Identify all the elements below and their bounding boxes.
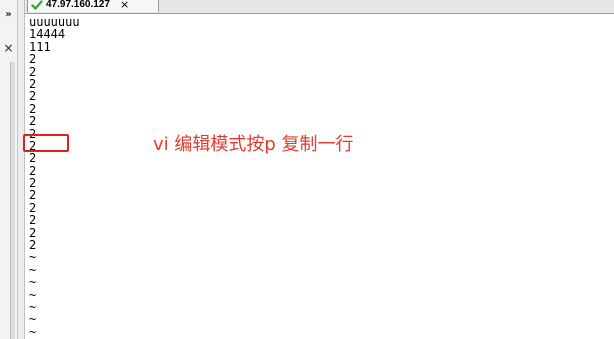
- expand-panel-button[interactable]: »: [0, 7, 17, 23]
- annotation-text: vi 编辑模式按p 复制一行: [153, 134, 354, 155]
- tab-strip: 47.97.160.127 ×: [25, 0, 614, 14]
- close-panel-button[interactable]: ×: [0, 40, 17, 56]
- terminal-line: ~: [29, 324, 37, 339]
- terminal-line: 2: [29, 200, 37, 215]
- terminal-line: 2: [29, 76, 37, 91]
- terminal-line: 2: [29, 188, 37, 203]
- terminal-line: 2: [29, 225, 37, 240]
- terminal-line: 14444: [29, 27, 66, 42]
- terminal-output[interactable]: uuuuuuu 14444 111 2 2 2 2 2 2 2 2 2 2 2 2 2 2 2 2 ~ ~ ~ ~ ~ ~ ~: [29, 15, 609, 339]
- terminal-line: 2: [29, 238, 37, 253]
- terminal-line: ~: [29, 287, 37, 302]
- terminal-line: 2: [29, 114, 37, 129]
- terminal-line: ~: [29, 299, 37, 314]
- terminal-line: 2: [29, 89, 37, 104]
- check-icon: [31, 0, 43, 10]
- terminal-line: ~: [29, 312, 37, 327]
- terminal-line: 2: [29, 64, 37, 79]
- terminal-line: ~: [29, 275, 37, 290]
- tab-close-button[interactable]: ×: [120, 0, 129, 11]
- terminal-line: 2: [29, 163, 37, 178]
- terminal-line: 2: [29, 52, 37, 67]
- terminal-line: ~: [29, 262, 37, 277]
- terminal-line: 111: [29, 39, 51, 54]
- left-side-panel: » ×: [0, 0, 18, 339]
- pane-splitter[interactable]: [18, 0, 25, 339]
- terminal-line: 2: [29, 101, 37, 116]
- tab-title: 47.97.160.127: [46, 0, 110, 10]
- terminal-line: uuuuuuu: [29, 15, 80, 29]
- highlight-box: [23, 134, 69, 152]
- terminal-line: 2: [29, 176, 37, 191]
- terminal-line: 2: [29, 213, 37, 228]
- side-panel-scrollbar[interactable]: [10, 62, 15, 339]
- terminal-line: ~: [29, 250, 37, 265]
- session-tab[interactable]: 47.97.160.127 ×: [27, 0, 159, 12]
